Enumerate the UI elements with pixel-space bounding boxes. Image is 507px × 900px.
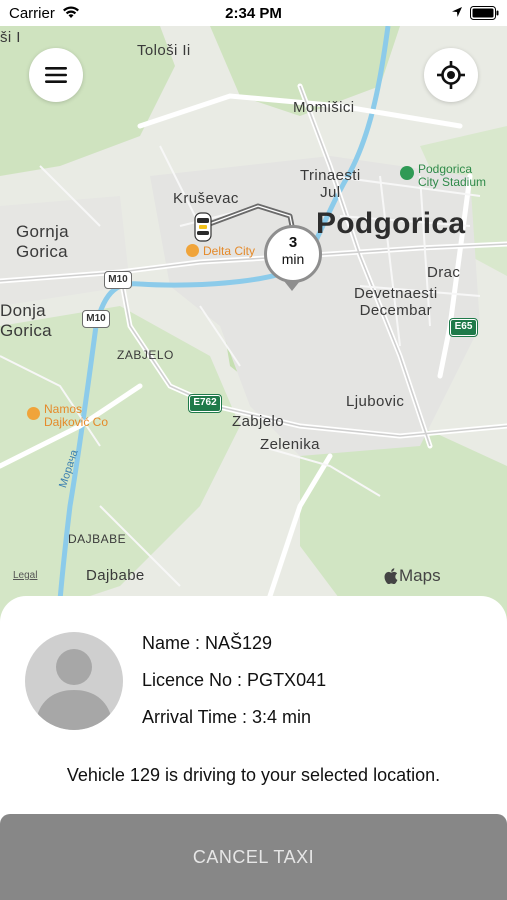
map-label-podgorica-stadium: Podgorica City Stadium <box>418 162 487 189</box>
map-label-dajbabe-district: DAJBABE <box>68 532 127 546</box>
map-label-dajbabe: Dajbabe <box>86 567 145 584</box>
map-label-delta-city: Delta City <box>203 244 256 258</box>
map-label-donja-gorica: Donja Gorica <box>0 301 52 340</box>
map-label-zabjelo: Zabjelo <box>232 413 284 430</box>
driver-info-sheet: Name : NAŠ129 Licence No : PGTX041 Arriv… <box>0 596 507 900</box>
road-shield-e65: E65 <box>449 318 478 337</box>
map-label-krusevac: Kruševac <box>173 190 239 207</box>
eta-bubble: 3 min <box>264 225 322 283</box>
stadium-poi-icon <box>400 166 414 180</box>
road-shield-m10: M10 <box>104 271 132 289</box>
map-label-tolosi: Tološi Ii <box>137 42 191 59</box>
battery-icon <box>470 6 499 20</box>
map-label-zabjelo-district: ZABJELO <box>117 348 174 362</box>
legal-link[interactable]: Legal <box>13 571 37 581</box>
eta-value: 3 <box>288 234 298 251</box>
crosshair-location-icon <box>437 61 465 89</box>
shopping-poi-icon <box>186 244 199 257</box>
driver-avatar <box>25 632 123 730</box>
map-label-podgorica: Podgorica <box>316 207 466 240</box>
map-label-trinaesti-jul: Trinaesti Jul <box>300 167 361 201</box>
map-label-devetnaesti-decembar: Devetnaesti Decembar <box>354 285 438 319</box>
apple-logo-icon <box>384 568 398 584</box>
driver-name: Name : NAŠ129 <box>142 633 273 653</box>
map-label-top: ši I <box>0 29 21 46</box>
map-label-namos: Namos Dajković Co <box>44 402 109 429</box>
road-shield-m10: M10 <box>82 310 110 328</box>
map-label-ljubovic: Ljubovic <box>346 393 405 410</box>
menu-button[interactable] <box>29 48 83 102</box>
store-poi-icon <box>27 407 40 420</box>
maps-brand: Maps <box>384 566 441 586</box>
person-placeholder-icon <box>37 649 111 730</box>
map-label-gornja-gorica: Gornja Gorica <box>16 222 69 261</box>
map-label-drac: Drac <box>427 264 461 281</box>
eta-pointer <box>284 281 300 291</box>
taxi-car-icon <box>194 212 212 242</box>
road-shield-e762: E762 <box>188 394 222 413</box>
hamburger-menu-icon <box>45 67 67 83</box>
arrival-time: Arrival Time : 3:4 min <box>142 707 312 727</box>
trip-status-message: Vehicle 129 is driving to your selected … <box>66 765 441 785</box>
location-services-icon <box>452 7 462 17</box>
cancel-taxi-button[interactable]: CANCEL TAXI <box>0 814 507 900</box>
driver-licence: Licence No : PGTX041 <box>142 670 327 690</box>
clock: 2:34 PM <box>225 5 282 22</box>
map-label-momisici: Momišici <box>293 99 355 116</box>
map-view[interactable]: ši I Tološi Ii Momišici Trinaesti Jul Kr… <box>0 26 507 626</box>
status-bar: Carrier 2:34 PM <box>0 0 507 26</box>
map-label-zelenika: Zelenika <box>260 436 320 453</box>
eta-unit: min <box>281 251 305 267</box>
current-location-button[interactable] <box>424 48 478 102</box>
maps-brand-label: Maps <box>399 566 441 585</box>
